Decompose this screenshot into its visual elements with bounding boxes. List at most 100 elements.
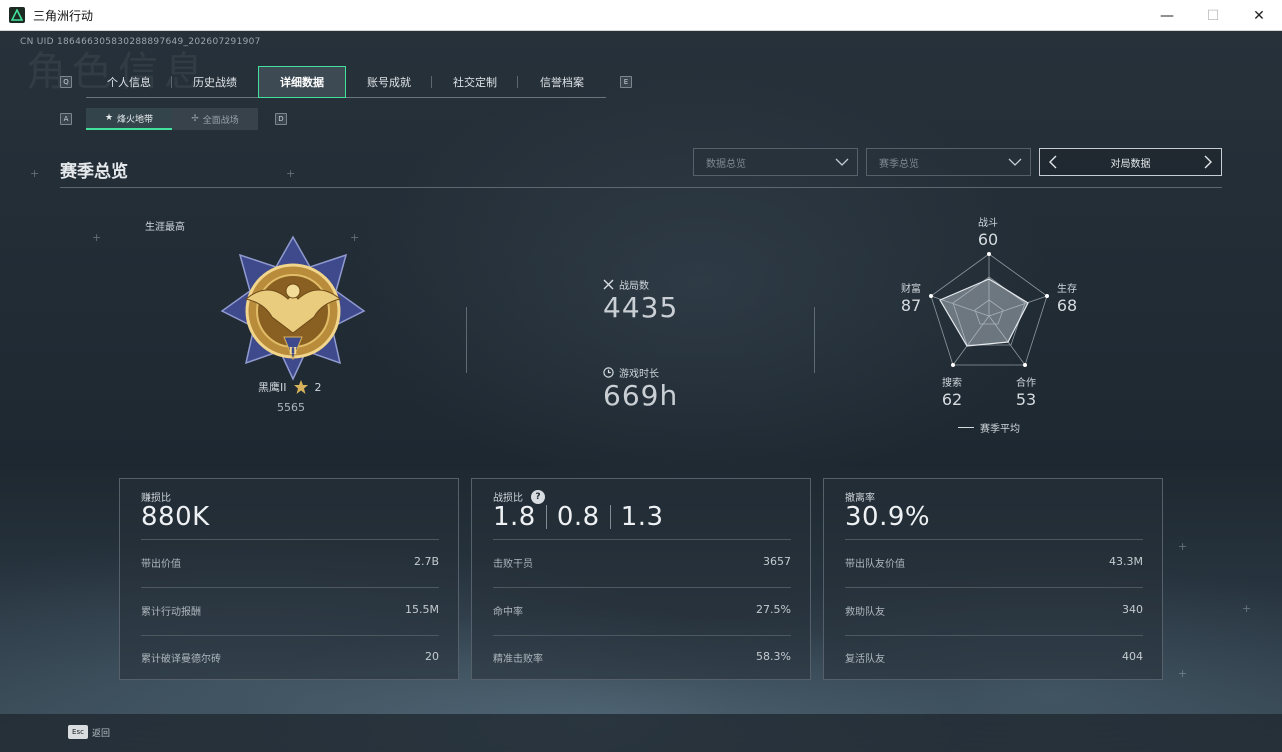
tab-credit-record[interactable]: 信誉档案 <box>518 66 606 98</box>
stat-row: 带出队友价值 43.3M <box>845 555 1143 570</box>
radar-label-combat: 战斗 <box>978 218 998 229</box>
divider <box>845 539 1143 540</box>
mode-tabs: ★ 烽火地带 ✢ 全面战场 <box>86 108 258 130</box>
window-title: 三角洲行动 <box>33 8 94 23</box>
chevron-down-icon <box>1008 158 1022 166</box>
stat-row: 累计破译曼德尔砖 20 <box>141 650 439 665</box>
minimize-button[interactable]: — <box>1144 0 1190 31</box>
svg-text:II: II <box>289 347 297 357</box>
stat-row: 命中率 27.5% <box>493 603 791 618</box>
tab-label: 信誉档案 <box>540 76 584 89</box>
tab-havoc-zone[interactable]: ★ 烽火地带 <box>86 108 172 130</box>
subtab-label: 烽火地带 <box>117 114 154 125</box>
matches-value: 4435 <box>603 291 679 324</box>
esc-key-hint[interactable]: Esc <box>68 725 88 739</box>
stat-row: 救助队友 340 <box>845 603 1143 618</box>
tab-match-history[interactable]: 历史战绩 <box>172 66 258 98</box>
tab-total-war[interactable]: ✢ 全面战场 <box>172 108 258 130</box>
tab-label: 账号成就 <box>367 76 411 89</box>
window-controls: — ☐ ✕ <box>1144 0 1282 31</box>
divider <box>466 307 467 373</box>
season-dropdown[interactable]: 赛季总览 <box>866 148 1031 176</box>
divider <box>493 635 791 636</box>
chevron-left-icon[interactable] <box>1046 155 1060 169</box>
divider <box>493 539 791 540</box>
radar-value-combat: 60 <box>977 230 999 249</box>
divider <box>493 587 791 588</box>
extraction-value: 30.9% <box>845 502 931 532</box>
key-hint-a: A <box>60 113 72 125</box>
tab-label: 历史战绩 <box>193 76 237 89</box>
radar-value-survival: 68 <box>1056 296 1078 315</box>
stat-row: 带出价值 2.7B <box>141 555 439 570</box>
stat-row: 击败干员 3657 <box>493 555 791 570</box>
rank-medal-icon: II <box>220 235 366 381</box>
page-title: 赛季总览 <box>60 162 128 182</box>
divider <box>141 587 439 588</box>
profit-value: 880K <box>141 502 210 532</box>
pager-label: 对局数据 <box>1110 158 1151 170</box>
main-tabs: 个人信息 历史战绩 详细数据 账号成就 社交定制 信誉档案 <box>86 66 606 98</box>
tab-social[interactable]: 社交定制 <box>432 66 518 98</box>
radar-value-search: 62 <box>941 390 963 409</box>
divider <box>845 635 1143 636</box>
matches-label: 战局数 <box>603 277 649 292</box>
divider <box>141 635 439 636</box>
rank-stars: 2 <box>314 380 322 394</box>
dropdown-value: 赛季总览 <box>879 158 919 170</box>
tab-label: 详细数据 <box>280 76 324 89</box>
star-icon <box>293 380 308 394</box>
rank-name: 黑鹰II 2 <box>258 379 322 395</box>
radar-value-teamwork: 53 <box>1015 390 1037 409</box>
player-uid: CN UID 18646630583028889764​9_2026072919… <box>20 37 261 47</box>
back-button-label[interactable]: 返回 <box>92 726 110 739</box>
extraction-card: 撤离率 30.9% 带出队友价值 43.3M 救助队友 340 复活队友 404 <box>823 478 1163 680</box>
radar-label-search: 搜索 <box>942 378 962 389</box>
kd-ratio-2: 0.8 <box>556 502 600 532</box>
data-overview-dropdown[interactable]: 数据总览 <box>693 148 858 176</box>
clock-icon <box>603 367 614 378</box>
chevron-down-icon <box>835 158 849 166</box>
playtime-label: 游戏时长 <box>603 365 659 380</box>
tab-personal-info[interactable]: 个人信息 <box>86 66 172 98</box>
decor-plus: + <box>1178 540 1188 553</box>
tab-detailed-data[interactable]: 详细数据 <box>258 66 346 98</box>
key-hint-d: D <box>275 113 287 125</box>
kd-ratio-3: 1.3 <box>620 502 664 532</box>
game-screen: 角色信息 CN UID 18646630583028889764​9_20260… <box>0 31 1282 752</box>
stat-row: 精准击败率 58.3% <box>493 650 791 665</box>
section-divider <box>60 187 1222 188</box>
havoc-zone-icon: ★ <box>104 113 114 123</box>
crossed-swords-icon <box>603 279 614 290</box>
match-data-pager: 对局数据 <box>1039 148 1222 176</box>
career-best-label: 生涯最高 <box>145 222 185 233</box>
rank-score: 5565 <box>277 401 305 414</box>
close-button[interactable]: ✕ <box>1236 0 1282 31</box>
tab-label: 社交定制 <box>453 76 497 89</box>
kd-ratio-1: 1.8 <box>493 502 536 532</box>
radar-value-wealth: 87 <box>900 296 922 315</box>
radar-label-wealth: 财富 <box>901 284 921 295</box>
stat-row: 复活队友 404 <box>845 650 1143 665</box>
total-war-icon: ✢ <box>191 114 199 124</box>
kd-ratios: 1.8 0.8 1.3 <box>493 502 664 532</box>
radar-legend: 赛季平均 <box>958 420 1020 435</box>
maximize-button[interactable]: ☐ <box>1190 0 1236 31</box>
key-hint-e: E <box>620 76 632 88</box>
decor-plus: + <box>1178 667 1188 680</box>
divider <box>845 587 1143 588</box>
chevron-right-icon[interactable] <box>1201 155 1215 169</box>
decor-plus: + <box>30 167 40 180</box>
app-logo-icon <box>9 7 25 23</box>
playtime-value: 669h <box>603 379 679 412</box>
legend-line <box>958 427 974 428</box>
stat-row: 累计行动报酬 15.5M <box>141 603 439 618</box>
dropdown-value: 数据总览 <box>706 158 746 170</box>
subtab-label: 全面战场 <box>202 115 239 126</box>
divider <box>141 539 439 540</box>
tab-achievements[interactable]: 账号成就 <box>346 66 432 98</box>
tab-label: 个人信息 <box>107 76 151 89</box>
radar-label-survival: 生存 <box>1057 284 1077 295</box>
window-titlebar: 三角洲行动 — ☐ ✕ <box>0 0 1282 31</box>
combat-card: 战损比 ? 1.8 0.8 1.3 击败干员 3657 命中率 27.5% 精准击败… <box>471 478 811 680</box>
